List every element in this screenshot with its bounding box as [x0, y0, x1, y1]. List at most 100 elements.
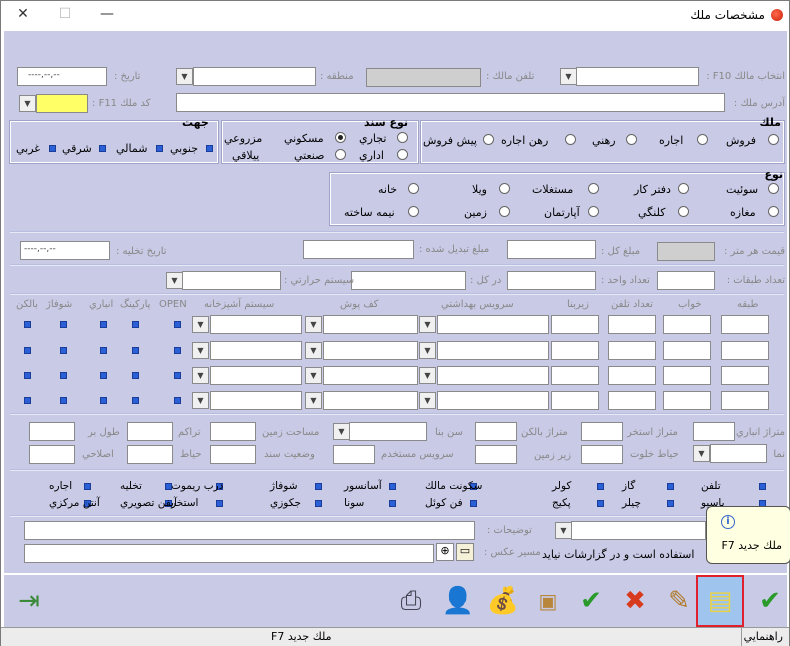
- grid-checkbox[interactable]: [132, 397, 139, 404]
- print-icon[interactable]: ⎙: [392, 581, 430, 621]
- grid-cell-combo[interactable]: [210, 315, 302, 334]
- total-price-input[interactable]: [507, 240, 596, 259]
- grid-cell-input[interactable]: [608, 366, 656, 385]
- grid-checkbox[interactable]: [24, 372, 31, 379]
- owner-select-input[interactable]: [576, 67, 699, 86]
- save-check-icon[interactable]: ✔: [572, 581, 610, 621]
- heating-dropdown-icon[interactable]: ▼: [166, 272, 183, 289]
- radio-maghaze[interactable]: [768, 206, 779, 217]
- grid-cell-input[interactable]: [551, 341, 599, 360]
- grid-cell-combo[interactable]: [437, 315, 549, 334]
- grid-checkbox[interactable]: [100, 372, 107, 379]
- grid-cell-input[interactable]: [663, 366, 711, 385]
- grid-checkbox[interactable]: [132, 347, 139, 354]
- radio-tejari[interactable]: [397, 132, 408, 143]
- correction-input[interactable]: [29, 445, 75, 464]
- radio-ejare[interactable]: [697, 134, 708, 145]
- amenity-checkbox[interactable]: [597, 483, 604, 490]
- grid-checkbox[interactable]: [132, 372, 139, 379]
- description-input[interactable]: [24, 521, 475, 540]
- grid-cell-input[interactable]: [663, 341, 711, 360]
- amenity-checkbox[interactable]: [84, 483, 91, 490]
- pool-area-input[interactable]: [581, 422, 623, 441]
- new-property-button[interactable]: ▤: [696, 575, 744, 627]
- grid-cell-combo[interactable]: [323, 315, 418, 334]
- radio-villa[interactable]: [499, 183, 510, 194]
- grid-dropdown-icon[interactable]: ▼: [192, 392, 209, 409]
- confirm-check-icon[interactable]: ✔: [751, 581, 789, 621]
- check-shomali[interactable]: [156, 145, 163, 152]
- grid-checkbox[interactable]: [174, 372, 181, 379]
- grid-checkbox[interactable]: [100, 397, 107, 404]
- amenity-checkbox[interactable]: [315, 483, 322, 490]
- amenity-checkbox[interactable]: [470, 500, 477, 507]
- yard-input[interactable]: [127, 445, 173, 464]
- zoom-icon[interactable]: ⊕: [436, 543, 454, 561]
- amenity-checkbox[interactable]: [165, 483, 172, 490]
- report-flag-input[interactable]: [571, 521, 706, 540]
- grid-dropdown-icon[interactable]: ▼: [305, 342, 322, 359]
- grid-cell-input[interactable]: [551, 391, 599, 410]
- radio-zamin[interactable]: [499, 206, 510, 217]
- radio-forosh[interactable]: [768, 134, 779, 145]
- grid-cell-input[interactable]: [721, 366, 769, 385]
- grid-dropdown-icon[interactable]: ▼: [192, 367, 209, 384]
- maximize-button[interactable]: ☐: [45, 3, 85, 27]
- code-input[interactable]: [36, 94, 88, 113]
- facade-input[interactable]: [710, 444, 767, 463]
- heating-input[interactable]: [182, 271, 281, 290]
- radio-edari[interactable]: [397, 149, 408, 160]
- radio-maskoni[interactable]: [335, 132, 346, 143]
- grid-dropdown-icon[interactable]: ▼: [305, 392, 322, 409]
- delete-icon[interactable]: ✖: [616, 581, 654, 621]
- grid-cell-input[interactable]: [551, 366, 599, 385]
- check-jonobi[interactable]: [206, 145, 213, 152]
- grid-cell-combo[interactable]: [437, 366, 549, 385]
- grid-dropdown-icon[interactable]: ▼: [305, 316, 322, 333]
- facade-dropdown-icon[interactable]: ▼: [693, 445, 710, 462]
- grid-cell-input[interactable]: [721, 315, 769, 334]
- owner-dropdown-icon[interactable]: ▼: [560, 68, 577, 85]
- deed-status-input[interactable]: [210, 445, 256, 464]
- backyard-input[interactable]: [581, 445, 623, 464]
- radio-mostaghelat[interactable]: [588, 183, 599, 194]
- radio-rahn-ejare[interactable]: [565, 134, 576, 145]
- grid-checkbox[interactable]: [24, 347, 31, 354]
- amenity-checkbox[interactable]: [759, 483, 766, 490]
- grid-checkbox[interactable]: [132, 321, 139, 328]
- per-floor-input[interactable]: [351, 271, 466, 290]
- money-bag-icon[interactable]: 💰: [484, 581, 522, 621]
- grid-checkbox[interactable]: [174, 347, 181, 354]
- grid-cell-input[interactable]: [608, 315, 656, 334]
- density-input[interactable]: [127, 422, 173, 441]
- grid-cell-input[interactable]: [551, 315, 599, 334]
- grid-dropdown-icon[interactable]: ▼: [419, 367, 436, 384]
- grid-dropdown-icon[interactable]: ▼: [192, 342, 209, 359]
- check-gharbi[interactable]: [49, 145, 56, 152]
- balcony-area-input[interactable]: [475, 422, 517, 441]
- amenity-checkbox[interactable]: [315, 500, 322, 507]
- close-button[interactable]: ✕: [3, 3, 43, 27]
- grid-checkbox[interactable]: [60, 321, 67, 328]
- grid-dropdown-icon[interactable]: ▼: [305, 367, 322, 384]
- amenity-checkbox[interactable]: [389, 500, 396, 507]
- region-input[interactable]: [193, 67, 316, 86]
- folder-icon[interactable]: ▭: [456, 543, 474, 561]
- amenity-checkbox[interactable]: [667, 500, 674, 507]
- edit-icon[interactable]: ✎: [660, 581, 698, 621]
- report-flag-dropdown-icon[interactable]: ▼: [555, 522, 572, 539]
- grid-checkbox[interactable]: [24, 321, 31, 328]
- grid-checkbox[interactable]: [100, 347, 107, 354]
- grid-cell-combo[interactable]: [323, 341, 418, 360]
- grid-checkbox[interactable]: [174, 321, 181, 328]
- grid-checkbox[interactable]: [174, 397, 181, 404]
- evacuation-date-field[interactable]: ----,--,--: [20, 241, 110, 260]
- radio-nime-sakhte[interactable]: [408, 206, 419, 217]
- grid-dropdown-icon[interactable]: ▼: [419, 392, 436, 409]
- converted-price-input[interactable]: [303, 240, 414, 259]
- amenity-checkbox[interactable]: [389, 483, 396, 490]
- grid-checkbox[interactable]: [60, 397, 67, 404]
- grid-cell-input[interactable]: [721, 341, 769, 360]
- grid-checkbox[interactable]: [24, 397, 31, 404]
- radio-kolangi[interactable]: [678, 206, 689, 217]
